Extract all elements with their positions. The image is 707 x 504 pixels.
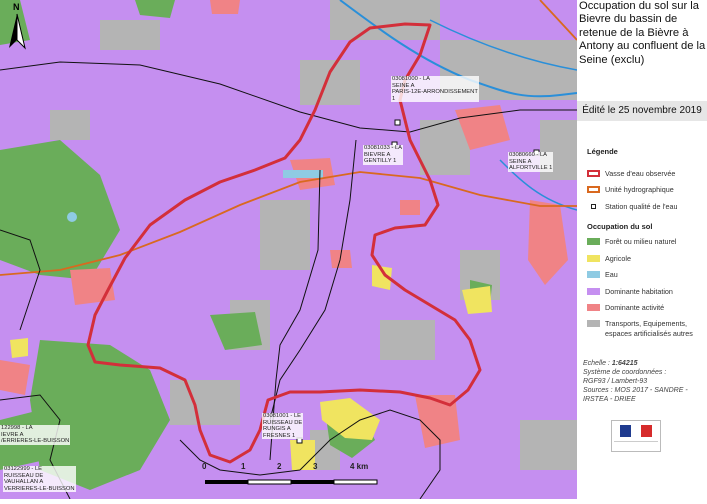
legend-item-transport: Transports, Equipements, espaces artific…: [587, 319, 705, 338]
station-label-03081001: 03081001 - LE RUISSEAU DE RUNGIS A FRESNES…: [262, 413, 304, 440]
scale-tick-3: 3: [313, 462, 318, 471]
station-label-03081000: 03081000 - LA SEINE A PARIS-12E-ARRONDISS…: [391, 76, 479, 103]
north-label: N: [13, 2, 20, 12]
scale-tick-0: 0: [202, 462, 207, 471]
legend-label: Unité hydrographique: [605, 185, 674, 194]
legend-panel: Occupation du sol sur la Bievre du bassi…: [577, 0, 707, 499]
station-label-03081033: 03081033 - LA BIEVRE A GENTILLY 1: [363, 145, 404, 165]
legend-item-habitation: Dominante habitation: [587, 287, 673, 296]
legend-label: Transports, Equipements, espaces artific…: [605, 319, 693, 338]
legend-label: Agricole: [605, 254, 631, 263]
legend-label: Station qualité de l'eau: [605, 202, 678, 211]
legend-item-forest: Forêt ou milieu naturel: [587, 237, 677, 246]
transport-swatch-icon: [587, 320, 600, 327]
basin-swatch-icon: [587, 170, 600, 177]
landuse-heading: Occupation du sol: [587, 222, 653, 231]
scale-info: Echelle : 1:64215: [583, 360, 638, 367]
legend-label: Eau: [605, 270, 618, 279]
map-canvas[interactable]: N 03081000 - LA SEINE A PARIS-12E-ARRONDI…: [0, 0, 578, 500]
habitation-swatch-icon: [587, 288, 600, 295]
legend-item-hydro-unit: Unité hydrographique: [587, 185, 674, 194]
station-label-03122998: 122998 - LA IEVRE A /ERRIERES-LE-BUISSON: [0, 425, 71, 445]
station-square-icon: [591, 204, 596, 209]
forest-swatch-icon: [587, 238, 600, 245]
activity-swatch-icon: [587, 304, 600, 311]
scale-tick-2: 2: [277, 462, 282, 471]
legend-item-agricultural: Agricole: [587, 254, 631, 263]
legend-item-water: Eau: [587, 270, 618, 279]
legend-item-activity: Dominante activité: [587, 303, 664, 312]
water-swatch-icon: [587, 271, 600, 278]
legend-item-basin: Vasse d'eau observée: [587, 169, 675, 178]
legend-heading: Légende: [587, 147, 618, 156]
station-marker[interactable]: [394, 119, 401, 126]
legend-label: Dominante activité: [605, 303, 665, 312]
station-label-03122999: 03122999 - LE RUISSEAU DE VAUHALLAN A VERR…: [3, 466, 76, 493]
sources-line: Sources : MOS 2017 - SANDRE -: [583, 387, 688, 394]
edition-date: Édité le 25 novembre 2019: [577, 101, 707, 121]
agricultural-swatch-icon: [587, 255, 600, 262]
sources-line-2: IRSTEA - DRIEE: [583, 396, 636, 403]
crs-line: Système de coordonnées :: [583, 369, 667, 376]
legend-label: Vasse d'eau observée: [605, 169, 676, 178]
scale-tick-1: 1: [241, 462, 246, 471]
legend-label: Dominante habitation: [605, 287, 673, 296]
map-title: Occupation du sol sur la Bievre du bassi…: [579, 0, 706, 66]
scale-end-label: 4 km: [350, 462, 369, 471]
legend-label: Forêt ou milieu naturel: [605, 237, 677, 246]
station-label-03080660: 03080660 - LA SEINE A ALFORTVILLE 1: [508, 152, 554, 172]
prefecture-logo-icon: [611, 420, 661, 452]
hydro-unit-swatch-icon: [587, 186, 600, 193]
crs-value: RGF93 / Lambert-93: [583, 378, 648, 385]
scale-bar: [205, 479, 378, 485]
legend-item-station: Station qualité de l'eau: [587, 202, 678, 211]
